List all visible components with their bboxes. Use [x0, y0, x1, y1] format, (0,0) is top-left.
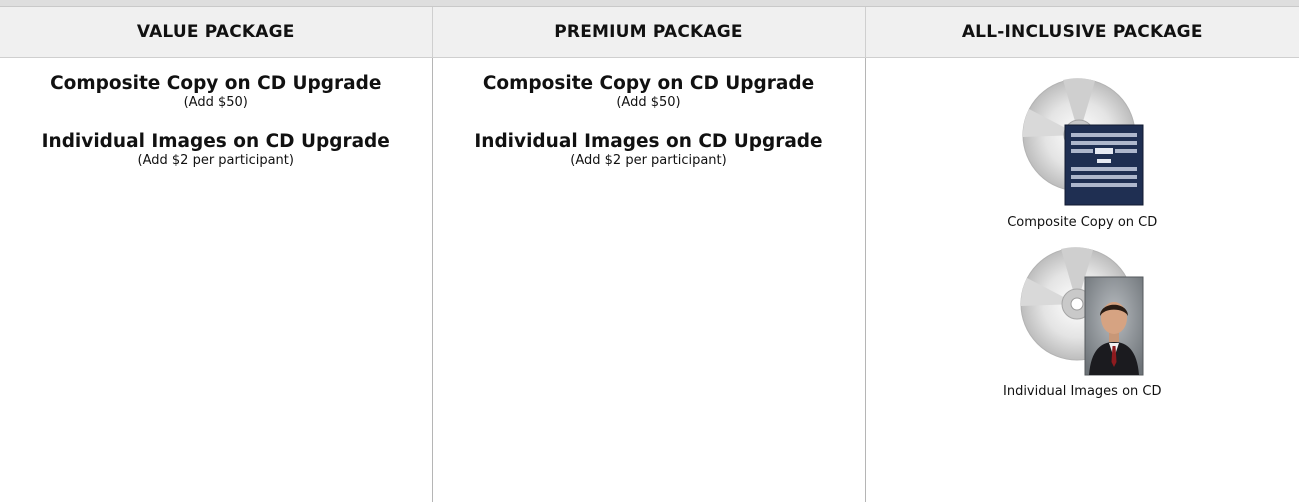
value-package-header: VALUE PACKAGE	[0, 7, 432, 58]
individual-upgrade-price: (Add $2 per participant)	[570, 153, 727, 168]
content-row: Composite Copy on CD Upgrade (Add $50) I…	[0, 57, 1299, 502]
composite-cd-image	[1022, 78, 1144, 206]
composite-cd-caption: Composite Copy on CD	[1007, 215, 1158, 230]
all-inclusive-package-header: ALL-INCLUSIVE PACKAGE	[864, 7, 1299, 58]
composite-upgrade-title: Composite Copy on CD Upgrade	[50, 73, 382, 94]
package-comparison-table: VALUE PACKAGE PREMIUM PACKAGE ALL-INCLUS…	[0, 7, 1299, 502]
individual-upgrade-title: Individual Images on CD Upgrade	[41, 131, 390, 152]
individual-cd-item: Individual Images on CD	[866, 246, 1299, 399]
individual-cd-image	[1020, 247, 1144, 376]
composite-upgrade-price: (Add $50)	[183, 95, 248, 110]
composite-upgrade-price: (Add $50)	[616, 95, 681, 110]
header-row: VALUE PACKAGE PREMIUM PACKAGE ALL-INCLUS…	[0, 7, 1299, 58]
value-package-cell: Composite Copy on CD Upgrade (Add $50) I…	[0, 58, 432, 502]
individual-cd-caption: Individual Images on CD	[1003, 384, 1162, 399]
premium-package-cell: Composite Copy on CD Upgrade (Add $50) I…	[431, 57, 865, 502]
all-inclusive-package-cell: Composite Copy on CD Individual Images o…	[864, 57, 1299, 502]
composite-upgrade-title: Composite Copy on CD Upgrade	[482, 73, 815, 94]
individual-upgrade-title: Individual Images on CD Upgrade	[474, 131, 823, 152]
individual-upgrade-price: (Add $2 per participant)	[137, 153, 294, 168]
composite-cd-item: Composite Copy on CD	[866, 75, 1299, 230]
premium-package-header: PREMIUM PACKAGE	[431, 7, 865, 58]
top-bar	[0, 0, 1299, 7]
